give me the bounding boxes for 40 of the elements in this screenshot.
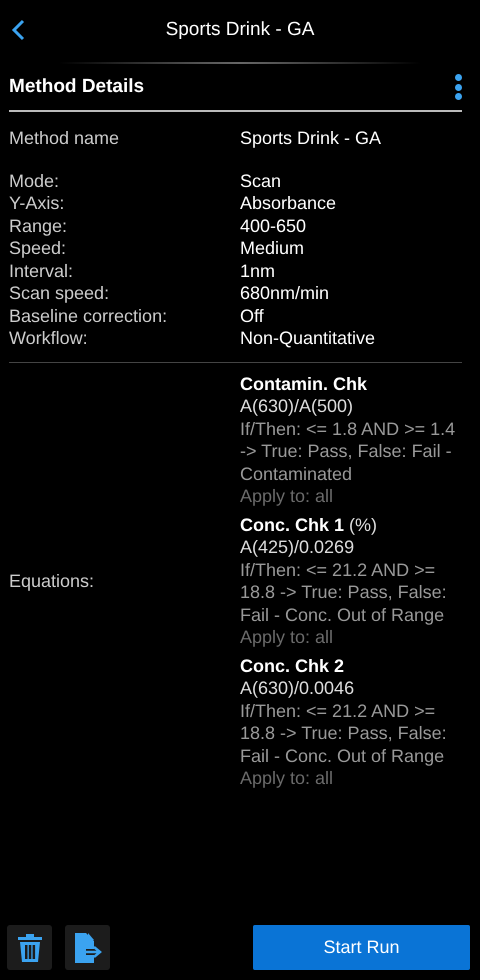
export-button[interactable] — [65, 925, 110, 970]
section-title: Method Details — [9, 76, 144, 98]
start-run-button[interactable]: Start Run — [253, 925, 470, 970]
field-value: Scan — [240, 170, 282, 192]
equation-formula: A(630)/0.0046 — [240, 677, 356, 700]
delete-button[interactable] — [7, 925, 52, 970]
equation-name: Conc. Chk 2 — [240, 654, 344, 677]
field-value: 680nm/min — [240, 282, 330, 304]
equation-condition: If/Then: <= 21.2 AND >= 18.8 -> True: Pass, False: Fail - Conc. Out of Range — [240, 700, 448, 767]
equation-apply-to: Apply to: all — [240, 485, 334, 508]
screen-title: Sports Drink - GA — [166, 19, 314, 41]
equation-name: Contamin. Chk — [240, 372, 368, 395]
more-menu-button[interactable] — [454, 74, 462, 100]
equation-apply-to: Apply to: all — [240, 767, 334, 790]
equation-apply-to: Apply to: all — [240, 626, 334, 648]
field-label: Method name — [9, 127, 120, 150]
equation-name: Conc. Chk 1 — [240, 514, 344, 536]
field-label: Mode: — [9, 170, 60, 192]
trash-icon — [16, 932, 42, 962]
field-label: Workflow: — [9, 327, 89, 350]
field-label: Baseline correction: — [9, 304, 168, 327]
field-value: Off — [240, 304, 265, 327]
field-value: Absorbance — [240, 192, 338, 214]
equation-condition: If/Then: <= 21.2 AND >= 18.8 -> True: Pass, False: Fail - Conc. Out of Range — [240, 558, 448, 626]
equation-formula: A(630)/A(500) — [240, 395, 354, 418]
field-label: Speed: — [9, 237, 68, 260]
field-label: Y-Axis: — [9, 192, 66, 214]
field-value: 1nm — [240, 260, 276, 282]
field-label: Range: — [9, 214, 68, 237]
field-value: 400-650 — [240, 214, 308, 237]
field-value: Sports Drink - GA — [240, 127, 382, 150]
back-chevron-icon — [11, 19, 25, 41]
equation-unit: (%) — [349, 514, 378, 536]
equation-condition: If/Then: <= 1.8 AND >= 1.4 -> True: Pass, False: Fail - Contaminated — [240, 418, 456, 485]
field-label: Interval: — [9, 260, 74, 282]
field-label: Scan speed: — [9, 282, 110, 304]
field-label: Equations: — [9, 570, 96, 592]
equation-formula: A(425)/0.0269 — [240, 536, 356, 558]
field-value: Medium — [240, 237, 306, 260]
field-value: Non-Quantitative — [240, 327, 376, 350]
